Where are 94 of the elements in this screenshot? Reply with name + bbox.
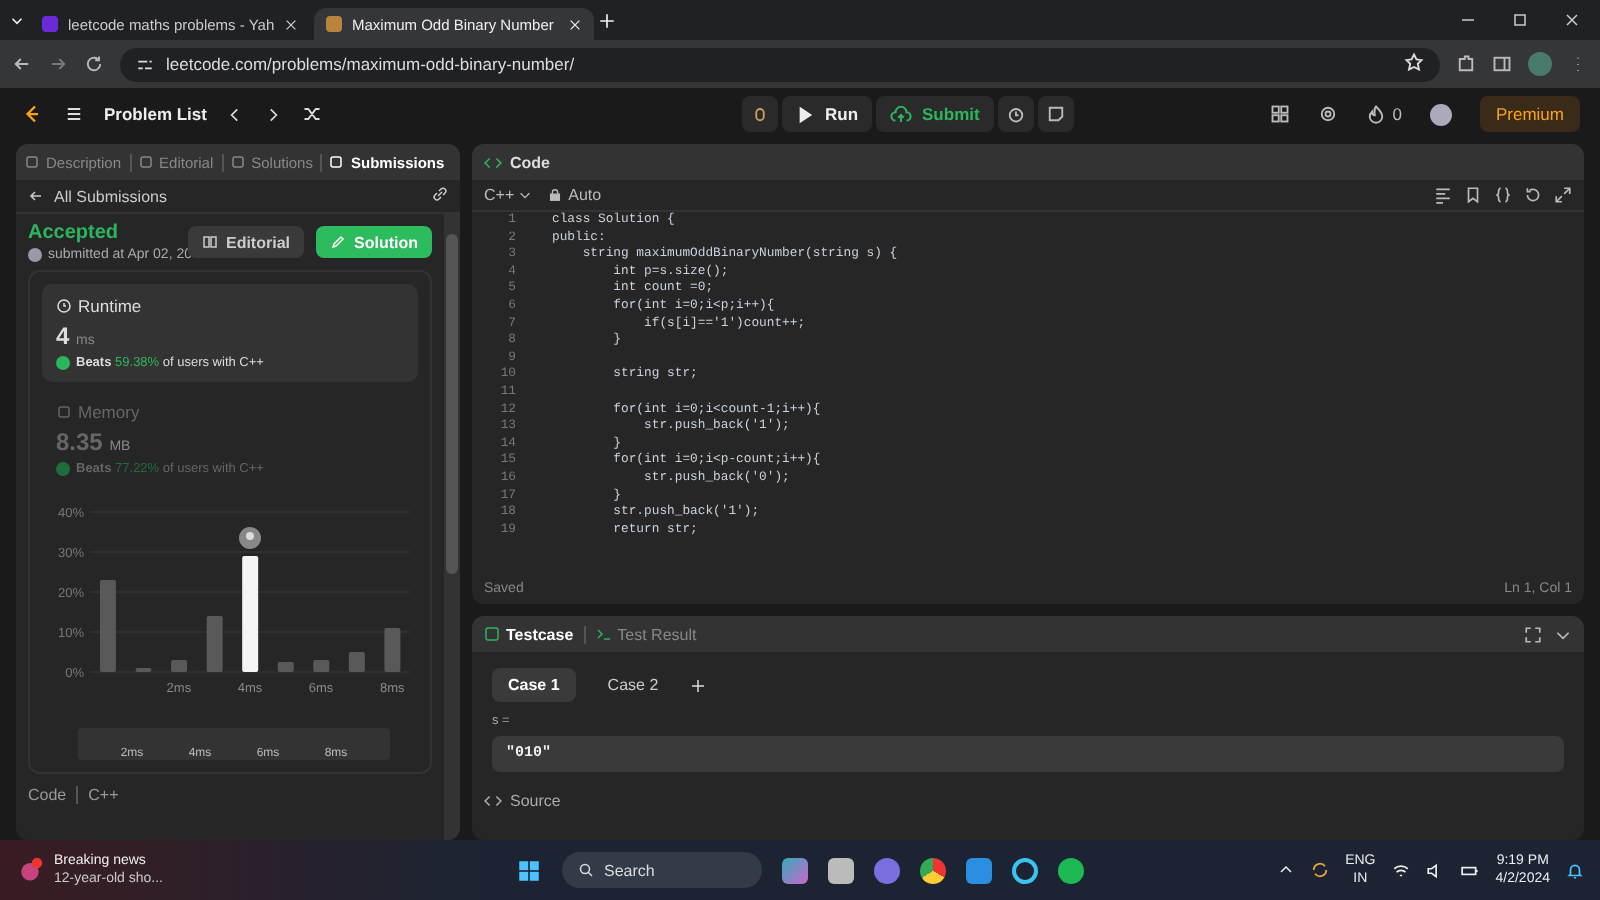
close-icon[interactable] [1564, 12, 1580, 28]
browser-icon[interactable] [920, 857, 946, 883]
maximize-icon[interactable] [1512, 12, 1528, 28]
code-label: Code [28, 786, 67, 804]
source-link[interactable]: Source [510, 792, 561, 810]
code-icon [484, 153, 502, 171]
note-icon [1045, 104, 1066, 124]
book-icon [201, 234, 218, 250]
address-bar[interactable]: leetcode.com/problems/maximum-odd-binary-number/ [120, 47, 1440, 81]
shuffle-icon[interactable] [302, 104, 323, 124]
user-avatar [28, 248, 42, 262]
clock-icon [56, 298, 72, 314]
search-box[interactable]: Search [562, 852, 762, 888]
code-icon [484, 792, 502, 810]
premium-button[interactable]: Premium [1479, 96, 1580, 132]
editorial-button[interactable]: Editorial [187, 226, 304, 258]
beats-icon [56, 356, 70, 370]
submit-button[interactable]: Submit [876, 96, 994, 132]
panel-tab[interactable]: Testcase [484, 625, 574, 643]
expand-icon[interactable] [1554, 186, 1572, 204]
url-text: leetcode.com/problems/maximum-odd-binary-number/ [166, 54, 575, 74]
link-icon[interactable] [432, 186, 448, 202]
notes-button[interactable] [1037, 96, 1074, 132]
wifi-icon[interactable] [1391, 861, 1410, 879]
flame-icon [1366, 104, 1387, 124]
add-icon[interactable] [690, 677, 707, 693]
debug-button[interactable] [742, 96, 779, 132]
panel-tab[interactable]: Test Result [595, 625, 697, 643]
sync-icon[interactable] [1309, 860, 1330, 880]
settings-icon[interactable] [1318, 104, 1339, 124]
streak-count: 0 [1392, 104, 1402, 124]
profile-avatar[interactable] [1528, 52, 1552, 76]
chat-icon[interactable] [874, 857, 900, 883]
reload-icon[interactable] [84, 54, 104, 74]
user-avatar[interactable] [1429, 103, 1452, 125]
play-icon [796, 105, 815, 123]
music-app-icon[interactable] [1058, 857, 1084, 883]
stat-title: Runtime [78, 296, 142, 316]
case-tab[interactable]: Case 1 [492, 668, 576, 702]
close-icon[interactable] [284, 17, 299, 31]
back-icon[interactable] [12, 54, 32, 74]
highlighted-bar[interactable] [242, 556, 259, 672]
panel-title: Code [510, 153, 550, 171]
site-icon [42, 16, 58, 32]
bookmark-icon[interactable] [1464, 186, 1482, 204]
all-submissions-link[interactable]: All Submissions [54, 187, 167, 205]
back-arrow-icon[interactable] [28, 188, 44, 204]
checkbox-icon [484, 626, 500, 642]
leetcode-logo-icon[interactable] [20, 102, 44, 126]
extensions-icon[interactable] [1456, 54, 1476, 74]
scrollbar[interactable] [444, 214, 460, 840]
tab-icon [229, 154, 246, 170]
forward-icon[interactable] [48, 54, 68, 74]
terminal-icon [595, 626, 612, 642]
stat-title: Memory [78, 402, 140, 422]
grid-icon[interactable] [1270, 104, 1291, 124]
start-icon[interactable] [516, 857, 542, 883]
chip-icon [56, 404, 72, 420]
reset-icon[interactable] [1524, 186, 1542, 204]
site-icon [326, 16, 342, 32]
bookmark-star-icon[interactable] [1404, 52, 1424, 72]
chevron-up-icon[interactable] [1277, 862, 1294, 878]
alarm-clock-icon [1005, 104, 1026, 124]
bug-icon [750, 104, 771, 124]
battery-icon[interactable] [1459, 861, 1480, 879]
ring-icon[interactable] [1012, 857, 1038, 883]
format-icon[interactable] [1434, 186, 1452, 204]
fullscreen-icon[interactable] [1524, 625, 1542, 643]
news-icon [16, 856, 44, 884]
new-tab-icon[interactable] [598, 11, 616, 29]
beats-icon [56, 462, 70, 476]
accepted-status: Accepted [28, 222, 121, 244]
edit-icon [330, 234, 346, 250]
run-button[interactable]: Run [782, 96, 873, 132]
mail-icon[interactable] [966, 857, 992, 883]
mode-label: Auto [568, 186, 602, 204]
bell-icon[interactable] [1566, 861, 1584, 879]
avatar-marker [239, 527, 261, 549]
language-label: C++ [76, 786, 119, 804]
list-icon[interactable] [64, 104, 84, 124]
case-tab[interactable]: Case 2 [591, 668, 675, 702]
search-icon [578, 862, 594, 878]
tab-icon [24, 154, 40, 170]
tab-icon [328, 154, 345, 170]
language-select[interactable]: C++ [484, 186, 533, 204]
cloud-upload-icon [890, 103, 913, 125]
lock-icon [548, 188, 563, 202]
timer-button[interactable] [997, 96, 1034, 132]
side-panel-icon[interactable] [1492, 54, 1512, 74]
chevron-down-icon [518, 188, 533, 202]
problem-list-link[interactable]: Problem List [104, 104, 207, 124]
site-settings-icon [136, 55, 154, 73]
braces-icon[interactable] [1494, 186, 1512, 204]
tab-icon [137, 154, 154, 170]
